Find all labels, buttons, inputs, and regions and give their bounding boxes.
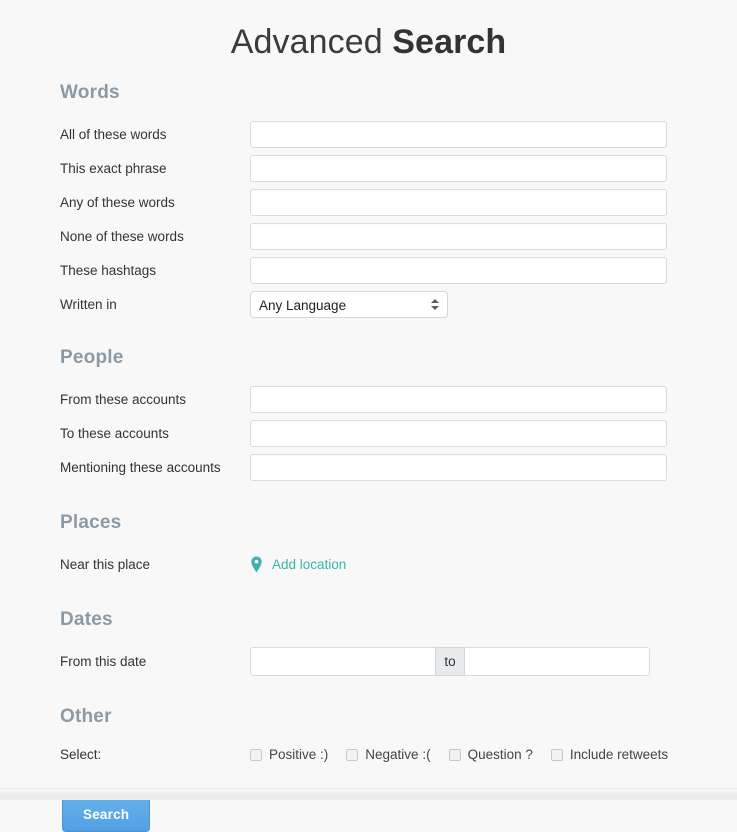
input-to-these-accounts[interactable] [250,420,667,447]
add-location-link[interactable]: Add location [250,556,346,573]
label-from-this-date: From this date [60,653,147,669]
field-row-any-of-these-words: Any of these words [0,186,737,219]
checkbox-question[interactable]: Question ? [448,747,533,762]
checkbox-negative[interactable]: Negative :( [346,747,431,762]
field-row-to-these-accounts: To these accounts [0,417,737,450]
input-from-these-accounts[interactable] [250,386,667,413]
field-wrap-any-of-these-words [250,189,737,216]
page-title-light: Advanced [230,23,383,61]
select-language[interactable]: Any Language [250,291,448,318]
field-wrap-to-these-accounts [250,420,737,447]
checkbox-box-negative[interactable] [346,748,359,761]
date-range-group: to [250,647,650,676]
field-row-these-hashtags: These hashtags [0,254,737,287]
label-written-in: Written in [60,296,117,312]
section-heading-words: Words [60,82,120,103]
field-wrap-all-of-these-words [250,121,737,148]
checkbox-box-include-retweets[interactable] [550,748,563,761]
add-location-label: Add location [272,557,347,572]
checkbox-label-positive: Positive :) [269,747,329,762]
field-wrap-written-in: Any Language [250,291,737,318]
date-range-separator: to [435,647,465,676]
label-these-hashtags: These hashtags [60,262,157,278]
checkbox-positive[interactable]: Positive :) [250,747,328,762]
input-these-hashtags[interactable] [250,257,667,284]
label-from-these-accounts: From these accounts [60,391,187,407]
section-words: Words All of these words This exact phra… [0,82,737,321]
field-wrap-these-hashtags [250,257,737,284]
label-this-exact-phrase: This exact phrase [60,160,167,176]
field-row-from-these-accounts: From these accounts [0,383,737,416]
input-none-of-these-words[interactable] [250,223,667,250]
field-row-mentioning-these-accounts: Mentioning these accounts [0,451,737,484]
label-near-this-place: Near this place [60,556,151,572]
section-heading-other: Other [60,706,112,727]
field-wrap-this-exact-phrase [250,155,737,182]
input-mentioning-these-accounts[interactable] [250,454,667,481]
checkbox-label-question: Question ? [467,747,533,762]
label-none-of-these-words: None of these words [60,228,184,244]
section-heading-dates: Dates [60,609,113,630]
field-row-this-exact-phrase: This exact phrase [0,152,737,185]
field-wrap-date-range: to [250,647,737,676]
input-date-to[interactable] [465,647,650,676]
submit-row: Search [0,797,737,832]
section-places: Places Near this place Add location [0,512,737,581]
field-wrap-mentioning-these-accounts [250,454,737,481]
field-wrap-near-this-place: Add location [250,556,737,573]
advanced-search-form: Words All of these words This exact phra… [0,64,737,832]
advanced-search-page: Advanced Search Words All of these words… [0,0,737,832]
checkbox-box-question[interactable] [448,748,461,761]
section-other: Other Select: Positive :) Negative :(Qu… [0,706,737,771]
field-row-select-options: Select: Positive :) Negative :(Question… [0,738,737,771]
checkbox-group: Positive :) Negative :( Question ? Inclu… [250,747,668,762]
label-any-of-these-words: Any of these words [60,194,175,210]
checkbox-include-retweets[interactable]: Include retweets [550,747,669,762]
label-select: Select: [60,746,102,762]
field-wrap-from-these-accounts [250,386,737,413]
footer-divider [0,788,737,800]
language-select-wrap: Any Language [250,291,448,318]
section-heading-people: People [60,347,124,368]
checkbox-label-include-retweets: Include retweets [569,747,669,762]
input-date-from[interactable] [250,647,435,676]
field-row-near-this-place: Near this place Add location [0,548,737,581]
field-wrap-none-of-these-words [250,223,737,250]
page-title-bold: Search [392,23,507,61]
map-pin-icon [250,556,263,573]
label-to-these-accounts: To these accounts [60,425,169,441]
page-title: Advanced Search [0,0,737,64]
input-this-exact-phrase[interactable] [250,155,667,182]
field-wrap-checkboxes: Positive :) Negative :( Question ? Inclu… [250,747,737,762]
field-row-written-in: Written in Any Language [0,288,737,321]
label-mentioning-these-accounts: Mentioning these accounts [60,459,221,475]
section-people: People From these accounts To these acco… [0,347,737,484]
field-row-none-of-these-words: None of these words [0,220,737,253]
label-all-of-these-words: All of these words [60,126,167,142]
field-row-all-of-these-words: All of these words [0,118,737,151]
input-any-of-these-words[interactable] [250,189,667,216]
checkbox-label-negative: Negative :( [365,747,431,762]
section-dates: Dates From this date to [0,609,737,678]
input-all-of-these-words[interactable] [250,121,667,148]
field-row-from-this-date: From this date to [0,645,737,678]
search-button[interactable]: Search [62,797,151,832]
checkbox-box-positive[interactable] [250,748,262,761]
section-heading-places: Places [60,512,122,533]
